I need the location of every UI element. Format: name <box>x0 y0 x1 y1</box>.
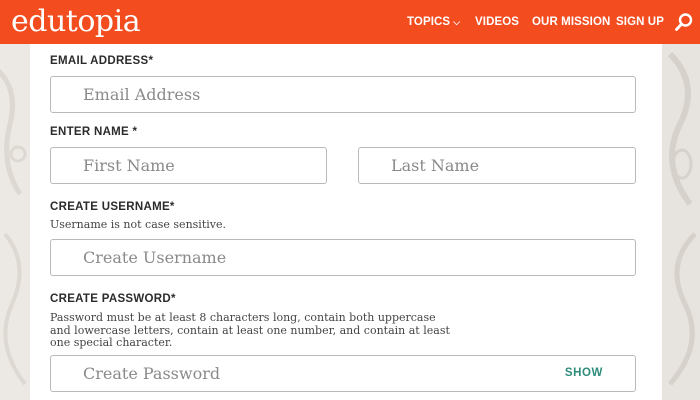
chevron-down-icon: ⌵ <box>453 17 461 27</box>
email-field[interactable]: Email Address <box>50 76 636 113</box>
password-help-text: Password must be at least 8 characters l… <box>50 311 650 350</box>
username-placeholder: Create Username <box>83 248 227 267</box>
nav-sign-up[interactable]: SIGN UP <box>616 0 664 44</box>
email-label: EMAIL ADDRESS* <box>50 55 154 67</box>
top-navigation-bar: edutopia TOPICS ⌵ VIDEOS OUR MISSION SIGN… <box>0 0 700 44</box>
search-icon[interactable] <box>674 12 694 32</box>
first-name-placeholder: First Name <box>83 156 175 175</box>
nav-our-mission[interactable]: OUR MISSION <box>532 0 610 44</box>
password-placeholder: Create Password <box>83 364 221 383</box>
username-field[interactable]: Create Username <box>50 239 636 276</box>
show-password-button[interactable]: SHOW <box>565 356 603 390</box>
password-label: CREATE PASSWORD* <box>50 293 176 305</box>
nav-topics[interactable]: TOPICS ⌵ <box>407 0 460 44</box>
last-name-field[interactable]: Last Name <box>358 147 636 184</box>
username-help-text: Username is not case sensitive. <box>50 218 226 231</box>
nav-videos[interactable]: VIDEOS <box>475 0 519 44</box>
first-name-field[interactable]: First Name <box>50 147 327 184</box>
password-field[interactable]: Create Password SHOW <box>50 355 636 392</box>
password-help-line: one special character. <box>50 336 173 349</box>
background-pattern-right <box>660 44 700 400</box>
username-label: CREATE USERNAME* <box>50 201 175 213</box>
password-help-line: Password must be at least 8 characters l… <box>50 311 436 324</box>
edutopia-logo[interactable]: edutopia <box>11 3 141 41</box>
name-label: ENTER NAME * <box>50 126 138 138</box>
last-name-placeholder: Last Name <box>391 156 480 175</box>
nav-topics-label: TOPICS <box>407 16 451 28</box>
email-placeholder: Email Address <box>83 85 201 104</box>
